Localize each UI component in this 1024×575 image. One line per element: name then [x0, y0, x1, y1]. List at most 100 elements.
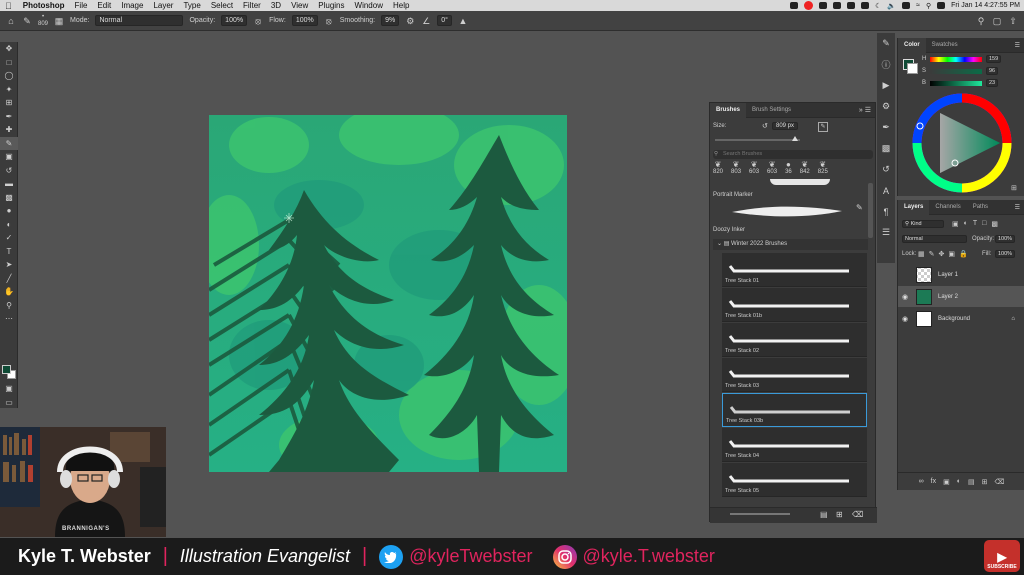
mode-select[interactable]: Normal	[95, 15, 184, 26]
brush-item[interactable]: Tree Stack 03	[722, 358, 867, 392]
layer-effects-icon[interactable]: fx	[931, 478, 936, 485]
scrollbar-thumb[interactable]	[868, 183, 873, 238]
eyedropper-tool-icon[interactable]: ✒	[0, 110, 18, 124]
color-wheel[interactable]	[912, 93, 1012, 193]
menu-layer[interactable]: Layer	[148, 1, 178, 10]
quick-mask-icon[interactable]: ▣	[0, 382, 18, 396]
preview-size-slider[interactable]	[730, 513, 790, 515]
control-center-icon[interactable]	[937, 2, 946, 9]
lock-transparency-icon[interactable]: ▦	[918, 250, 925, 258]
layer-name[interactable]: Background	[938, 316, 970, 322]
lock-all-icon[interactable]: 🔒	[959, 250, 968, 258]
brush-settings-icon[interactable]: ✒	[877, 117, 895, 138]
dodge-tool-icon[interactable]: ◐	[0, 218, 18, 232]
menu-plugins[interactable]: Plugins	[313, 1, 349, 10]
adjustment-layer-icon[interactable]: ◐	[957, 478, 961, 485]
recent-brush[interactable]: ❦ 820	[713, 160, 723, 175]
brush-settings-panel-icon[interactable]: ▦	[54, 16, 64, 26]
menu-app-name[interactable]: Photoshop	[18, 1, 70, 10]
menu-3d[interactable]: 3D	[266, 1, 286, 10]
menu-file[interactable]: File	[70, 1, 93, 10]
portrait-marker-stroke[interactable]	[730, 204, 845, 218]
shape-filter-icon[interactable]: □	[982, 220, 986, 228]
brush-item[interactable]: Tree Stack 01	[722, 253, 867, 287]
smart-filter-icon[interactable]: ▩	[991, 220, 998, 228]
size-field[interactable]: 809 px	[772, 122, 799, 130]
panel-menu-icon[interactable]: ☰	[1015, 42, 1024, 49]
zoom-tool-icon[interactable]: ⚲	[0, 299, 18, 313]
menu-filter[interactable]: Filter	[238, 1, 266, 10]
path-selection-tool-icon[interactable]: ➤	[0, 258, 18, 272]
spotlight-search-icon[interactable]: ⚲	[926, 2, 931, 10]
group-folder-icon[interactable]: ▤	[968, 478, 975, 486]
brush-item[interactable]: Tree Stack 03b	[722, 393, 867, 427]
screen-mode-icon[interactable]: ▭	[0, 396, 18, 410]
brush-search-input[interactable]: Search Brushes	[713, 150, 873, 159]
adjustments-icon[interactable]: ⚙	[877, 96, 895, 117]
clone-source-icon[interactable]: ▩	[877, 138, 895, 159]
layer-row[interactable]: Layer 1	[898, 264, 1024, 285]
airbrush-icon[interactable]: ⦻	[324, 16, 334, 26]
new-brush-icon[interactable]: ⊞	[836, 510, 843, 519]
brush-doozy-inker-label[interactable]: Doozy Inker	[713, 227, 745, 233]
blur-tool-icon[interactable]: ●	[0, 204, 18, 218]
color-background-chip[interactable]	[907, 63, 918, 74]
pressure-opacity-icon[interactable]: ⦻	[253, 16, 263, 26]
menu-type[interactable]: Type	[178, 1, 205, 10]
layer-name[interactable]: Layer 1	[938, 272, 958, 278]
tab-channels[interactable]: Channels	[929, 200, 966, 215]
lock-icon[interactable]: ⌂	[1011, 316, 1024, 322]
menu-select[interactable]: Select	[206, 1, 238, 10]
brush-preset-picker[interactable]: • 809	[38, 14, 48, 28]
hue-field[interactable]: 159	[986, 55, 1002, 63]
status-icon[interactable]	[847, 2, 856, 9]
type-filter-icon[interactable]: T	[973, 220, 977, 228]
lock-image-icon[interactable]: ✎	[929, 250, 935, 258]
info-icon[interactable]: ⓘ	[877, 54, 895, 75]
recent-brush[interactable]: ❦ 803	[731, 160, 741, 175]
brush-item[interactable]: Tree Stack 02	[722, 323, 867, 357]
search-icon[interactable]: ⚲	[976, 16, 986, 26]
panel-menu-icon[interactable]: ☰	[1015, 204, 1024, 211]
saturation-slider[interactable]	[930, 69, 982, 74]
angle-field[interactable]: 0°	[437, 15, 452, 26]
expand-icon[interactable]: ⊞	[1011, 184, 1017, 192]
menubar-clock[interactable]: Fri Jan 14 4:27:55 PM	[951, 2, 1020, 9]
trash-icon[interactable]: ⌫	[852, 510, 863, 519]
layer-opacity-field[interactable]: 100%	[995, 235, 1016, 243]
lock-position-icon[interactable]: ✥	[939, 250, 945, 258]
brush-item[interactable]: Tree Stack 01b	[722, 288, 867, 322]
smoothing-field[interactable]: 9%	[381, 15, 400, 26]
tab-paths[interactable]: Paths	[967, 200, 994, 215]
gear-icon[interactable]: ⚙	[405, 16, 415, 26]
layer-row[interactable]: ◉ Background ⌂	[898, 308, 1024, 329]
healing-brush-tool-icon[interactable]: ✚	[0, 123, 18, 137]
menu-image[interactable]: Image	[116, 1, 148, 10]
recent-brush[interactable]: ❦ 603	[767, 160, 777, 175]
move-tool-icon[interactable]: ✥	[0, 42, 18, 56]
menu-window[interactable]: Window	[350, 1, 388, 10]
visibility-eye-icon[interactable]: ◉	[898, 293, 912, 301]
document-canvas[interactable]	[209, 115, 567, 472]
apple-menu-icon[interactable]: 	[0, 1, 18, 11]
battery-icon[interactable]	[902, 2, 911, 9]
tab-layers[interactable]: Layers	[898, 199, 930, 215]
layer-mask-icon[interactable]: ▣	[943, 478, 950, 486]
brush-edit-icon[interactable]: ✎	[856, 203, 863, 212]
blend-mode-select[interactable]: Normal	[902, 235, 967, 243]
pixel-filter-icon[interactable]: ▣	[952, 220, 959, 228]
record-icon[interactable]	[804, 1, 814, 10]
reset-size-icon[interactable]: ↺	[762, 122, 768, 130]
menu-view[interactable]: View	[286, 1, 313, 10]
recent-brush[interactable]: ❦ 603	[749, 160, 759, 175]
gradient-tool-icon[interactable]: ▩	[0, 191, 18, 205]
magic-wand-tool-icon[interactable]: ✦	[0, 83, 18, 97]
history-brush-tool-icon[interactable]: ↺	[0, 164, 18, 178]
recent-brush[interactable]: ❦ 825	[818, 160, 828, 175]
tab-color[interactable]: Color	[898, 37, 926, 53]
properties-icon[interactable]: ☰	[877, 222, 895, 243]
adjustment-filter-icon[interactable]: ◐	[964, 220, 968, 228]
crop-tool-icon[interactable]: ⊞	[0, 96, 18, 110]
status-icon[interactable]	[819, 2, 828, 9]
eraser-tool-icon[interactable]: ▬	[0, 177, 18, 191]
